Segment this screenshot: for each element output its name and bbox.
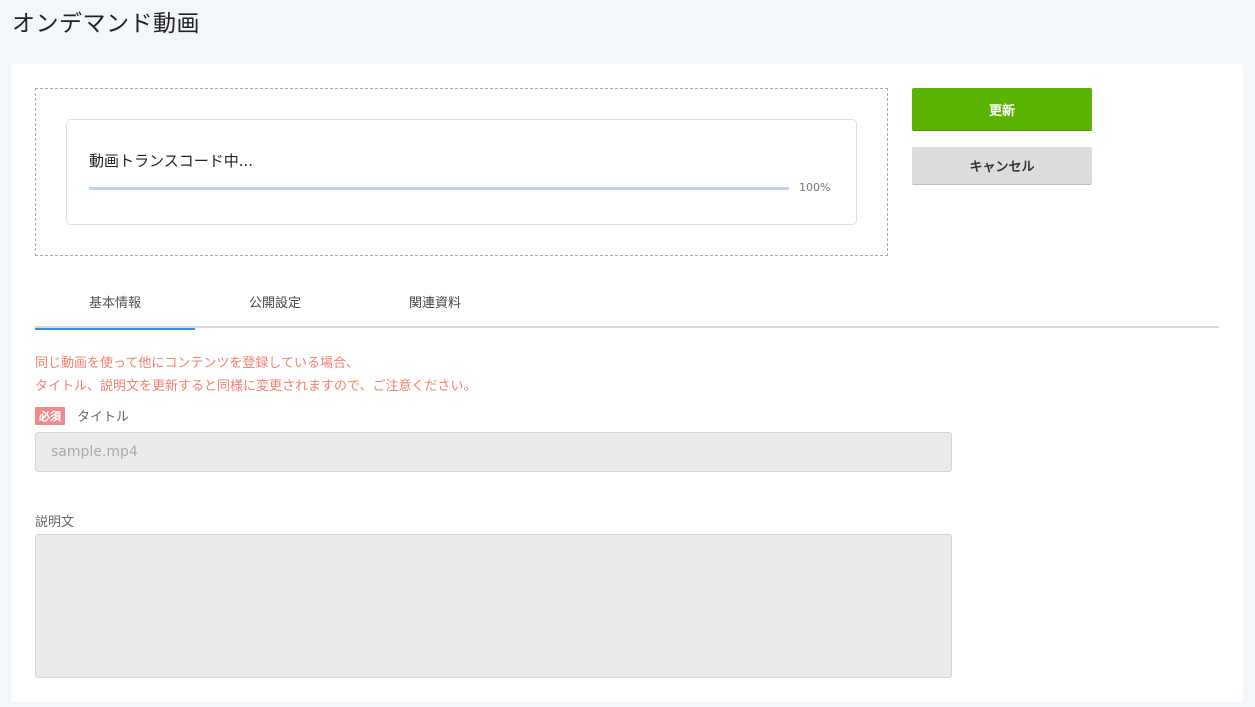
notice-line-2: タイトル、説明文を更新すると同様に変更されますので、ご注意ください。: [35, 379, 477, 394]
title-input[interactable]: [35, 432, 952, 472]
required-badge: 必須: [35, 407, 65, 425]
tab-publish-settings[interactable]: 公開設定: [195, 286, 355, 328]
transcode-progress-fill: [89, 187, 789, 190]
page-title: オンデマンド動画: [12, 11, 200, 37]
tab-basic-info[interactable]: 基本情報: [35, 286, 195, 330]
transcode-progress-percent: 100%: [799, 181, 831, 194]
description-textarea[interactable]: [35, 534, 952, 678]
cancel-button[interactable]: キャンセル: [912, 147, 1092, 185]
update-button[interactable]: 更新: [912, 88, 1092, 131]
video-edit-card: 動画トランスコード中... 100% 更新 キャンセル 基本情報 公開設定 関連…: [11, 64, 1243, 702]
description-label: 説明文: [35, 515, 75, 530]
title-label: タイトル: [77, 410, 130, 425]
transcode-status-label: 動画トランスコード中...: [89, 152, 254, 170]
transcode-progress-panel: 動画トランスコード中... 100%: [66, 119, 857, 225]
tab-related-materials[interactable]: 関連資料: [355, 286, 515, 328]
update-notice: 同じ動画を使って他にコンテンツを登録している場合、 タイトル、説明文を更新すると…: [35, 352, 476, 398]
tab-bar: 基本情報 公開設定 関連資料: [35, 286, 1219, 330]
video-dropzone[interactable]: 動画トランスコード中... 100%: [35, 88, 888, 256]
notice-line-1: 同じ動画を使って他にコンテンツを登録している場合、: [35, 356, 359, 371]
transcode-progress-bar: [89, 187, 789, 190]
